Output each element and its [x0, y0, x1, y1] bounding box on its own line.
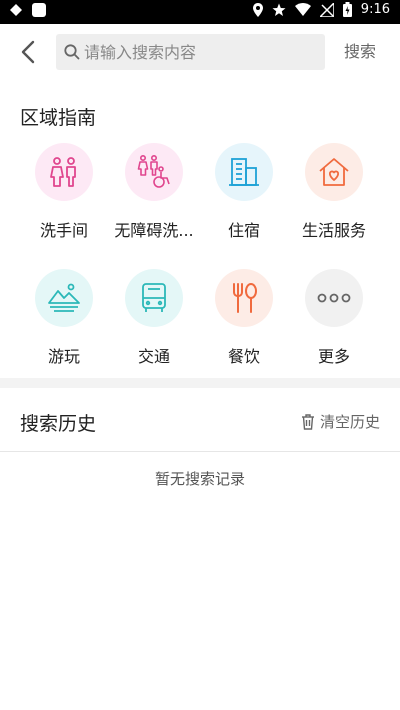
empty-history-text: 暂无搜索记录 [154, 470, 245, 488]
search-box[interactable] [56, 34, 325, 70]
search-input[interactable] [84, 34, 319, 70]
guide-item-label: 餐饮 [227, 347, 260, 366]
guide-item-lodging[interactable]: 住宿 [199, 141, 289, 251]
chevron-left-icon [21, 40, 35, 64]
mountain-icon [35, 269, 93, 327]
clear-history-button[interactable]: 清空历史 [301, 411, 380, 432]
bus-icon [125, 269, 183, 327]
battery-icon [342, 2, 352, 17]
utensils-icon [215, 269, 273, 327]
trash-icon [301, 413, 314, 430]
more-icon [305, 269, 363, 327]
star-icon [272, 3, 286, 17]
guide-item-label: 住宿 [227, 221, 260, 240]
guide-item-dining[interactable]: 餐饮 [199, 267, 289, 377]
divider [0, 451, 400, 452]
search-button[interactable]: 搜索 [336, 40, 384, 64]
accessible-restroom-icon [125, 143, 183, 201]
guide-item-label: 更多 [317, 347, 350, 366]
guide-item-transport[interactable]: 交通 [109, 267, 199, 377]
guide-item-restroom[interactable]: 洗手间 [19, 141, 109, 251]
search-icon [64, 44, 80, 64]
restroom-icon [35, 143, 93, 201]
status-bar: 9:16 [0, 0, 400, 24]
guide-item-label: 生活服务 [301, 221, 366, 240]
guide-item-label: 洗手间 [39, 221, 88, 240]
guide-item-play[interactable]: 游玩 [19, 267, 109, 377]
back-button[interactable] [14, 36, 44, 68]
location-icon [252, 2, 263, 17]
app-square-icon [32, 3, 46, 17]
diamond-icon [10, 4, 22, 16]
guide-item-label: 无障碍洗... [114, 221, 194, 240]
guide-item-label: 交通 [137, 347, 170, 366]
clear-history-label: 清空历史 [319, 413, 380, 431]
guide-item-more[interactable]: 更多 [289, 267, 379, 377]
section-title-area-guide: 区域指南 [20, 107, 97, 129]
guide-item-accessible-restroom[interactable]: 无障碍洗... [109, 141, 199, 251]
clock-time: 9:16 [360, 2, 390, 17]
section-divider [0, 378, 400, 388]
section-title-search-history: 搜索历史 [20, 413, 97, 435]
building-icon [215, 143, 273, 201]
guide-item-life-services[interactable]: 生活服务 [289, 141, 379, 251]
home-heart-icon [305, 143, 363, 201]
guide-item-label: 游玩 [47, 347, 80, 366]
signal-off-icon [319, 2, 334, 17]
wifi-icon [294, 3, 311, 16]
